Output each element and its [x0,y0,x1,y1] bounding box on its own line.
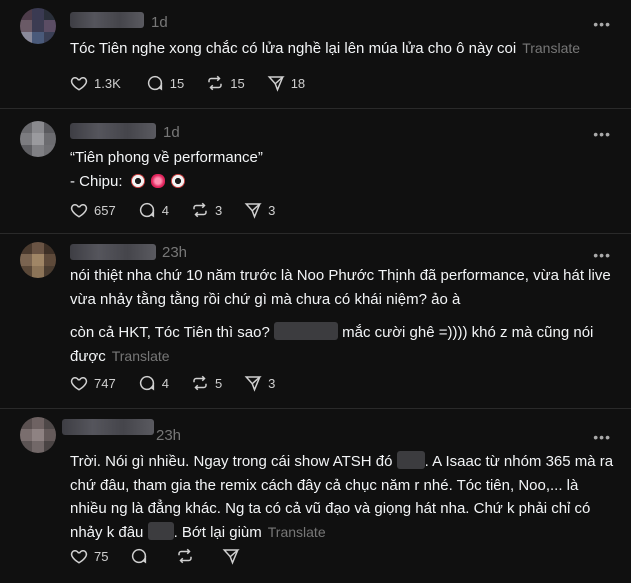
username[interactable] [70,244,156,260]
like-button[interactable]: 1.3K [70,74,121,92]
heart-icon [70,549,88,564]
comment-icon [139,375,154,391]
like-count: 1.3K [94,75,121,91]
action-bar: 1.3K 15 15 18 [70,74,327,92]
heart-icon [70,203,88,218]
send-icon [244,376,262,392]
comment-icon [139,202,154,218]
repost-count: 15 [230,75,245,91]
share-button[interactable] [222,547,246,565]
more-options-icon[interactable]: ••• [593,429,611,445]
quote-line: “Tiên phong về performance” [70,149,263,166]
more-options-icon[interactable]: ••• [593,16,611,32]
translate-link[interactable]: Translate [522,40,580,56]
post-time: 23h [156,427,182,444]
repost-icon [208,75,222,91]
reply-count: 15 [169,75,185,91]
send-icon [267,76,285,92]
post-text: Tóc Tiên nghe xong chắc có lửa nghề lại … [70,37,615,61]
post-text: “Tiên phong về performance” - Chipu: [70,146,615,193]
translate-link[interactable]: Translate [112,348,170,364]
post-1: 1d ••• Tóc Tiên nghe xong chắc có lửa ng… [0,0,631,108]
repost-count: 5 [214,375,223,391]
eye-emoji-icon [130,173,145,188]
action-bar: 75 [70,547,268,565]
post-time: 1d [151,14,168,31]
reply-button[interactable]: 15 [146,74,184,92]
share-count: 18 [290,75,306,91]
repost-icon [178,548,193,564]
action-bar: 657 4 3 3 [70,201,297,219]
username[interactable] [62,419,154,435]
comment-icon [147,75,162,91]
avatar[interactable] [20,121,56,157]
like-button[interactable]: 747 [70,374,116,392]
redacted-text [274,322,338,340]
repost-icon [193,375,207,391]
send-icon [244,203,262,219]
username[interactable] [70,123,156,139]
post-3: 23h ••• nói thiệt nha chứ 10 năm trước l… [0,234,631,408]
comment-icon [132,548,147,564]
share-button[interactable]: 3 [244,201,275,219]
heart-icon [70,76,88,91]
post-body-3: . Bớt lại giùm [173,523,262,541]
reply-button[interactable]: 4 [138,201,169,219]
post-paragraph-1: nói thiệt nha chứ 10 năm trước là Noo Ph… [70,267,611,308]
quote-author-line: - Chipu: [70,170,615,194]
send-icon [223,549,241,565]
post-text: nói thiệt nha chứ 10 năm trước là Noo Ph… [70,264,615,368]
post-paragraph-2-start: còn cả HKT, Tóc Tiên thì sao? [70,324,270,341]
action-bar: 747 4 5 3 [70,374,297,392]
repost-button[interactable]: 3 [191,201,222,219]
username[interactable] [70,12,144,28]
like-count: 747 [94,375,116,391]
reply-count: 4 [161,375,169,391]
more-options-icon[interactable]: ••• [593,247,611,263]
avatar[interactable] [20,417,56,453]
share-button[interactable]: 18 [267,74,305,92]
post-4: 23h ••• Trời. Nói gì nhiều. Ngay trong c… [0,409,631,583]
reply-button[interactable]: 4 [138,374,169,392]
avatar[interactable] [20,8,56,44]
repost-button[interactable]: 15 [206,74,245,92]
share-button[interactable]: 3 [244,374,275,392]
redacted-text [396,451,425,469]
post-paragraph-2: còn cả HKT, Tóc Tiên thì sao? mắc cười g… [70,321,615,368]
reply-button[interactable] [130,547,154,565]
repost-button[interactable] [176,547,200,565]
redacted-text [147,521,174,540]
translate-link[interactable]: Translate [268,524,326,540]
post-text: Trời. Nói gì nhiều. Ngay trong cái show … [70,450,615,544]
lips-emoji-icon [150,173,165,188]
like-button[interactable]: 75 [70,547,108,565]
heart-icon [70,376,88,391]
quote-author: - Chipu: [70,172,123,190]
post-body-1: Trời. Nói gì nhiều. Ngay trong cái show … [70,453,393,470]
more-options-icon[interactable]: ••• [593,126,611,142]
like-button[interactable]: 657 [70,201,116,219]
reply-count: 4 [161,202,169,218]
like-count: 657 [94,202,116,218]
avatar[interactable] [20,242,56,278]
like-count: 75 [94,548,109,564]
repost-icon [193,202,207,218]
share-count: 3 [268,375,276,391]
share-count: 3 [268,202,276,218]
post-body: Tóc Tiên nghe xong chắc có lửa nghề lại … [70,40,517,57]
post-time: 1d [163,124,180,141]
repost-count: 3 [214,202,223,218]
post-time: 23h [162,244,188,261]
repost-button[interactable]: 5 [191,374,222,392]
post-2: 1d ••• “Tiên phong về performance” - Chi… [0,109,631,233]
eye-emoji-icon [171,173,186,188]
